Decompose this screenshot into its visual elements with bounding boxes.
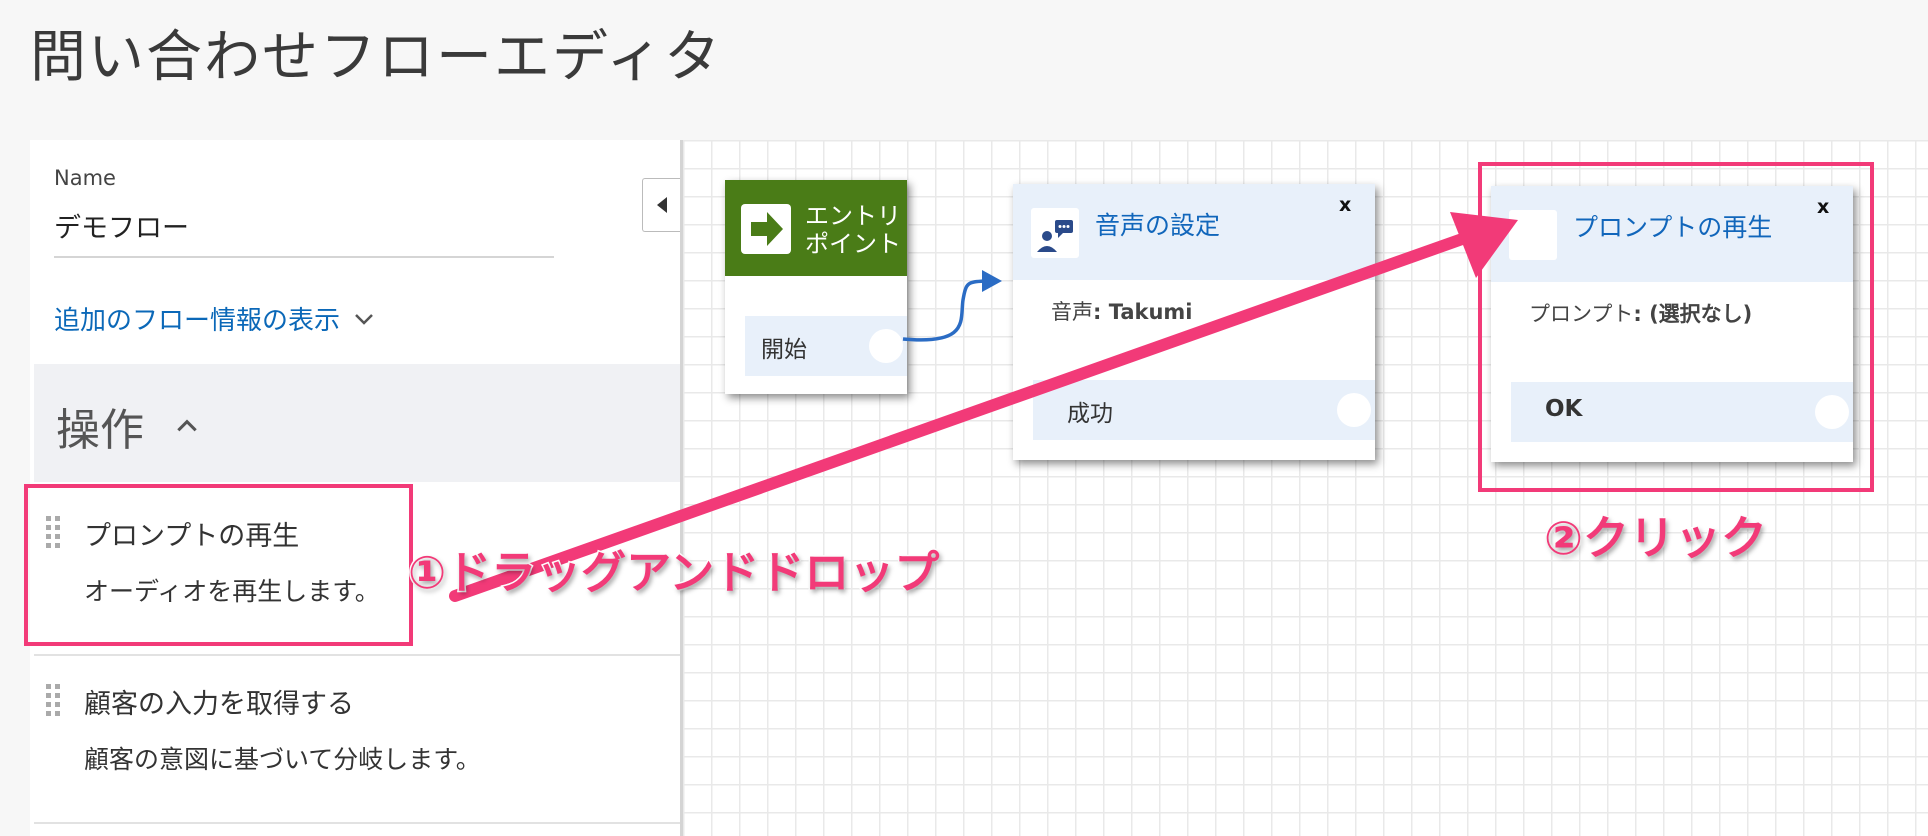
flow-name-label: Name [54, 166, 116, 190]
branch-start: 開始 [745, 316, 907, 376]
entry-block-title: エントリポイント [805, 202, 901, 258]
voice-block-header: 音声の設定 x [1013, 184, 1375, 280]
voice-parameter: 音声: Takumi [1051, 296, 1193, 326]
operation-title: 顧客の入力を取得する [84, 689, 354, 720]
set-voice-block[interactable]: 音声の設定 x 音声: Takumi 成功 [1013, 184, 1375, 460]
annotation-drag-and-drop: ①ドラッグアンドドロップ [406, 545, 940, 601]
entry-point-block[interactable]: エントリポイント 開始 [725, 180, 907, 394]
operations-header[interactable]: 操作 [34, 364, 680, 482]
chevron-up-icon[interactable] [174, 413, 200, 439]
collapse-panel-button[interactable] [642, 178, 681, 232]
flow-name-underline [54, 256, 554, 258]
caret-left-icon [657, 197, 667, 213]
operation-get-customer-input[interactable]: 顧客の入力を取得する 顧客の意図に基づいて分岐します。 [30, 650, 680, 814]
voice-block-title: 音声の設定 [1095, 211, 1221, 240]
page-title: 問い合わせフローエディタ [30, 25, 723, 90]
close-icon[interactable]: x [1339, 194, 1351, 216]
branch-label: 開始 [761, 337, 807, 363]
operation-description: 顧客の意図に基づいて分岐します。 [84, 745, 481, 774]
more-flow-info-label: 追加のフロー情報の表示 [54, 306, 341, 336]
output-port[interactable] [1337, 393, 1371, 427]
drag-handle-icon[interactable] [44, 682, 62, 718]
operation-divider [34, 822, 680, 824]
entry-arrow-icon [741, 204, 791, 254]
branch-success: 成功 [1033, 380, 1375, 440]
more-flow-info-link[interactable]: 追加のフロー情報の表示 [54, 300, 376, 337]
branch-label: 成功 [1067, 401, 1113, 427]
param-label: 音声 [1051, 300, 1093, 324]
param-value: : Takumi [1093, 300, 1193, 324]
chevron-down-icon [355, 313, 373, 325]
highlight-play-prompt-block [1478, 162, 1874, 492]
operations-title: 操作 [56, 405, 144, 456]
entry-block-header: エントリポイント [725, 180, 907, 276]
highlight-play-prompt-operation [24, 484, 413, 646]
annotation-click: ②クリック [1543, 510, 1769, 567]
voice-settings-icon [1031, 208, 1079, 258]
output-port[interactable] [869, 329, 903, 363]
flow-name-field[interactable]: デモフロー [54, 206, 189, 245]
